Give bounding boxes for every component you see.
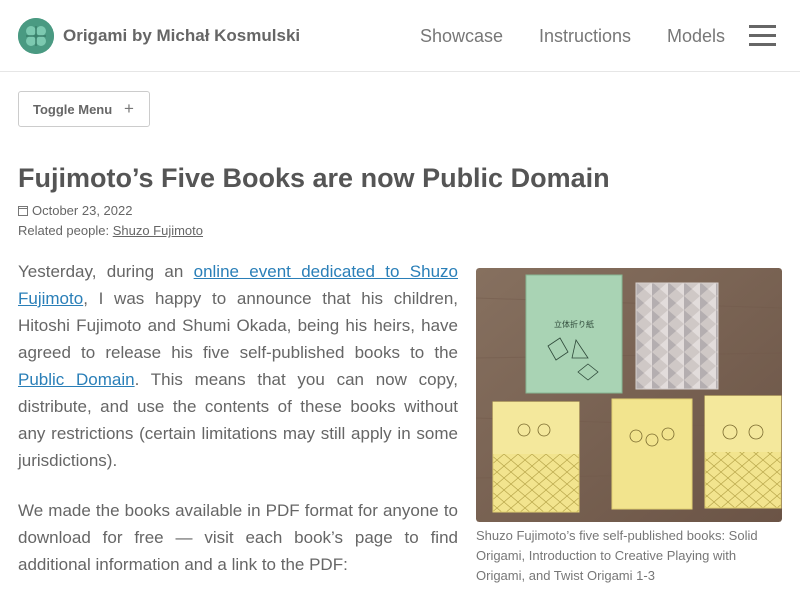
article-body: Yesterday, during an online event dedica… [18, 258, 458, 601]
p1-text-mid: , I was happy to announce that his child… [18, 289, 458, 362]
book-title-text: 立体折り紙 [554, 319, 594, 329]
nav-showcase[interactable]: Showcase [420, 26, 503, 47]
clover-icon [18, 18, 54, 54]
public-domain-link[interactable]: Public Domain [18, 370, 135, 389]
related-people: Related people: Shuzo Fujimoto [18, 223, 203, 238]
paragraph-1: Yesterday, during an online event dedica… [18, 258, 458, 474]
calendar-icon [18, 206, 28, 216]
books-figure: 立体折り紙 Shuzo Fujimoto’s five self-publish… [476, 268, 782, 586]
paragraph-2: We made the books available in PDF forma… [18, 501, 458, 574]
related-label: Related people: [18, 223, 113, 238]
related-person-link[interactable]: Shuzo Fujimoto [113, 223, 203, 238]
hamburger-menu-icon[interactable] [749, 25, 776, 47]
site-header: Origami by Michał Kosmulski Showcase Ins… [0, 0, 800, 72]
toggle-menu-button[interactable]: Toggle Menu + [18, 91, 150, 127]
plus-icon: + [124, 99, 134, 118]
article-title: Fujimoto’s Five Books are now Public Dom… [18, 163, 610, 193]
toggle-menu-label: Toggle Menu [33, 102, 113, 117]
post-date: October 23, 2022 [18, 203, 132, 218]
site-logo[interactable] [18, 18, 54, 54]
p1-text-start: Yesterday, during an [18, 262, 194, 281]
figure-caption: Shuzo Fujimoto’s five self-published boo… [476, 528, 758, 583]
post-date-text: October 23, 2022 [32, 203, 133, 218]
books-photo[interactable]: 立体折り紙 [476, 268, 782, 522]
nav-models[interactable]: Models [667, 26, 725, 47]
site-title[interactable]: Origami by Michał Kosmulski [63, 26, 300, 46]
nav-instructions[interactable]: Instructions [539, 26, 631, 47]
